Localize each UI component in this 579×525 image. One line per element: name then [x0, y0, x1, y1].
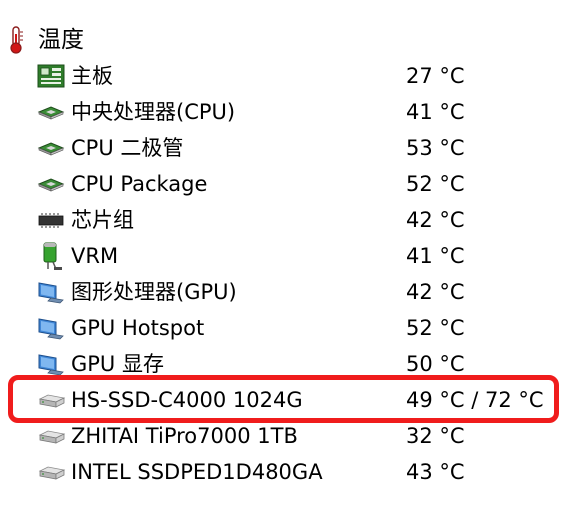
tree-root-temperature[interactable]: 温度	[0, 22, 579, 58]
sensor-value: 50 °C	[406, 352, 465, 376]
sensor-row-intel-ssd[interactable]: INTEL SSDPED1D480GA 43 °C	[0, 454, 579, 490]
sensor-label: HS-SSD-C4000 1024G	[71, 388, 303, 412]
sensor-label: 图形处理器(GPU)	[71, 280, 237, 304]
cpu-chip-icon	[36, 136, 66, 160]
sensor-label: VRM	[71, 244, 119, 268]
thermometer-icon	[6, 26, 26, 54]
sensor-value: 32 °C	[406, 424, 465, 448]
drive-icon	[36, 424, 66, 448]
tree-root-label: 温度	[38, 27, 84, 53]
sensor-label: GPU 显存	[71, 352, 164, 376]
gpu-monitor-icon	[36, 316, 66, 340]
gpu-monitor-icon	[36, 280, 66, 304]
sensor-row-hs-ssd[interactable]: HS-SSD-C4000 1024G 49 °C / 72 °C	[0, 382, 579, 418]
sensor-value: 52 °C	[406, 172, 465, 196]
sensor-value: 41 °C	[406, 244, 465, 268]
sensor-value: 42 °C	[406, 208, 465, 232]
sensor-row-vrm[interactable]: VRM 41 °C	[0, 238, 579, 274]
sensor-value: 41 °C	[406, 100, 465, 124]
sensor-label: INTEL SSDPED1D480GA	[71, 460, 323, 484]
cpu-chip-icon	[36, 100, 66, 124]
vrm-capacitor-icon	[36, 241, 66, 271]
sensor-value: 43 °C	[406, 460, 465, 484]
gpu-monitor-icon	[36, 352, 66, 376]
sensor-row-cpu[interactable]: 中央处理器(CPU) 41 °C	[0, 94, 579, 130]
sensor-label: 中央处理器(CPU)	[71, 100, 236, 124]
sensor-label: 主板	[71, 64, 113, 88]
drive-icon	[36, 460, 66, 484]
sensor-row-zhitai[interactable]: ZHITAI TiPro7000 1TB 32 °C	[0, 418, 579, 454]
sensor-value: 53 °C	[406, 136, 465, 160]
sensor-label: CPU 二极管	[71, 136, 184, 160]
sensor-label: ZHITAI TiPro7000 1TB	[71, 424, 298, 448]
temperature-tree: 温度 主板 27 °C 中央处理器(CPU) 41 °C CPU 二极管 53 …	[0, 0, 579, 525]
sensor-row-chipset[interactable]: 芯片组 42 °C	[0, 202, 579, 238]
sensor-row-cpu-package[interactable]: CPU Package 52 °C	[0, 166, 579, 202]
sensor-row-motherboard[interactable]: 主板 27 °C	[0, 58, 579, 94]
motherboard-icon	[36, 64, 66, 88]
chipset-icon	[36, 208, 66, 232]
sensor-row-cpu-diode[interactable]: CPU 二极管 53 °C	[0, 130, 579, 166]
sensor-label: 芯片组	[71, 208, 134, 232]
sensor-row-gpu[interactable]: 图形处理器(GPU) 42 °C	[0, 274, 579, 310]
sensor-row-gpu-hotspot[interactable]: GPU Hotspot 52 °C	[0, 310, 579, 346]
sensor-label: CPU Package	[71, 172, 208, 196]
sensor-label: GPU Hotspot	[71, 316, 205, 340]
drive-icon	[36, 388, 66, 412]
sensor-value: 49 °C / 72 °C	[406, 388, 544, 412]
sensor-value: 27 °C	[406, 64, 465, 88]
sensor-row-gpu-memory[interactable]: GPU 显存 50 °C	[0, 346, 579, 382]
cpu-chip-icon	[36, 172, 66, 196]
sensor-value: 52 °C	[406, 316, 465, 340]
sensor-value: 42 °C	[406, 280, 465, 304]
